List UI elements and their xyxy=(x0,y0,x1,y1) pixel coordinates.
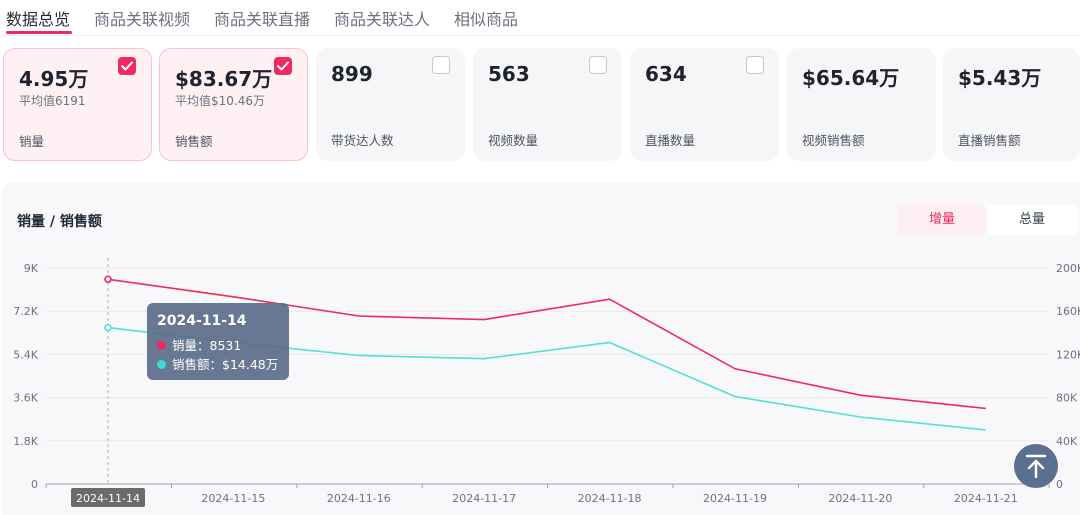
metric-value: 634 xyxy=(645,62,687,86)
series-dot-icon xyxy=(157,341,166,350)
metric-value: $65.64万 xyxy=(802,66,900,90)
y-right-tick-label: 160K xyxy=(1056,305,1080,318)
x-tick-label: 2024-11-17 xyxy=(452,492,516,505)
line-chart[interactable]: 0 0 1.8K 40K 3.6K 80K 5.4K 120K 7.2K 160K 9K 200K 20… xyxy=(0,250,1080,515)
tooltip-row-text: 销量：8531 xyxy=(172,338,242,353)
metric-average: 平均值6191 xyxy=(19,94,86,108)
metric-label: 直播数量 xyxy=(645,133,696,148)
metric-checkbox[interactable] xyxy=(589,56,607,74)
metric-value: $5.43万 xyxy=(958,66,1042,90)
metric-card-live-count[interactable]: 634 直播数量 xyxy=(630,48,779,161)
metric-checkbox[interactable] xyxy=(274,57,292,75)
data-point xyxy=(104,275,112,284)
metric-label: 直播销售额 xyxy=(958,133,1021,148)
x-tick-label: 2024-11-19 xyxy=(703,492,767,505)
y-right-tick-label: 0 xyxy=(1056,478,1063,491)
x-tick-label: 2024-11-14 xyxy=(76,492,140,505)
toggle-increment[interactable]: 增量 xyxy=(897,205,987,235)
metric-checkbox[interactable] xyxy=(118,57,136,75)
tooltip-row-sales-volume: 销量：8531 xyxy=(157,335,241,354)
check-icon xyxy=(121,61,133,71)
y-left-tick-label: 0 xyxy=(31,478,38,491)
metric-label: 视频数量 xyxy=(488,133,539,148)
series-dot-icon xyxy=(157,360,166,369)
metric-checkbox[interactable] xyxy=(432,56,450,74)
check-icon xyxy=(277,61,289,71)
tab-similar-products[interactable]: 相似商品 xyxy=(454,6,518,30)
metric-card-sales-amount[interactable]: $83.67万 平均值$10.46万 销售额 xyxy=(159,48,308,161)
metric-card-creators[interactable]: 899 带货达人数 xyxy=(316,48,465,161)
metric-checkbox[interactable] xyxy=(746,56,764,74)
metric-card-live-sales[interactable]: $5.43万 直播销售额 xyxy=(943,48,1080,161)
tooltip-date: 2024-11-14 xyxy=(157,313,247,329)
tab-bar: 数据总览 商品关联视频 商品关联直播 商品关联达人 相似商品 xyxy=(0,0,1080,36)
metric-label: 视频销售额 xyxy=(802,133,865,148)
x-tick-label: 2024-11-16 xyxy=(327,492,391,505)
metric-value: 563 xyxy=(488,62,530,86)
x-tick-label: 2024-11-20 xyxy=(828,492,892,505)
x-tick-label: 2024-11-21 xyxy=(954,492,1018,505)
y-right-tick-label: 40K xyxy=(1056,435,1078,448)
metric-card-video-count[interactable]: 563 视频数量 xyxy=(473,48,622,161)
metric-card-sales-volume[interactable]: 4.95万 平均值6191 销量 xyxy=(3,48,152,161)
metric-average: 平均值$10.46万 xyxy=(175,94,265,108)
y-left-tick-label: 7.2K xyxy=(13,305,38,318)
tab-data-overview[interactable]: 数据总览 xyxy=(6,6,70,30)
y-right-tick-label: 120K xyxy=(1056,348,1080,361)
x-tick-label: 2024-11-18 xyxy=(578,492,642,505)
chart-title: 销量 / 销售额 xyxy=(17,214,102,230)
y-right-tick-label: 200K xyxy=(1056,262,1080,275)
y-left-tick-label: 9K xyxy=(24,262,39,275)
y-left-tick-label: 1.8K xyxy=(13,435,38,448)
x-tick-label: 2024-11-15 xyxy=(201,492,265,505)
metric-card-video-sales[interactable]: $65.64万 视频销售额 xyxy=(787,48,936,161)
arrow-up-icon xyxy=(1025,454,1047,478)
tab-related-videos[interactable]: 商品关联视频 xyxy=(94,6,190,30)
metric-value: 4.95万 xyxy=(19,67,89,91)
metric-label: 销量 xyxy=(19,134,45,149)
increment-total-toggle: 增量 总量 xyxy=(897,205,1078,235)
metric-label: 带货达人数 xyxy=(331,133,394,148)
metric-value: 899 xyxy=(331,62,373,86)
tab-related-creators[interactable]: 商品关联达人 xyxy=(334,6,430,30)
data-point xyxy=(104,323,112,332)
tooltip-row-text: 销售额：$14.48万 xyxy=(172,357,279,372)
metric-label: 销售额 xyxy=(175,134,213,149)
y-left-tick-label: 5.4K xyxy=(13,348,38,361)
metric-value: $83.67万 xyxy=(175,67,273,91)
tooltip-row-sales-amount: 销售额：$14.48万 xyxy=(157,354,278,373)
y-right-tick-label: 80K xyxy=(1056,392,1078,405)
tab-related-live[interactable]: 商品关联直播 xyxy=(214,6,310,30)
y-left-tick-label: 3.6K xyxy=(13,392,38,405)
active-tab-indicator xyxy=(6,31,72,34)
toggle-total[interactable]: 总量 xyxy=(987,205,1077,235)
chart-tooltip: 2024-11-14 销量：8531 销售额：$14.48万 xyxy=(147,303,289,380)
back-to-top-button[interactable] xyxy=(1014,444,1058,488)
